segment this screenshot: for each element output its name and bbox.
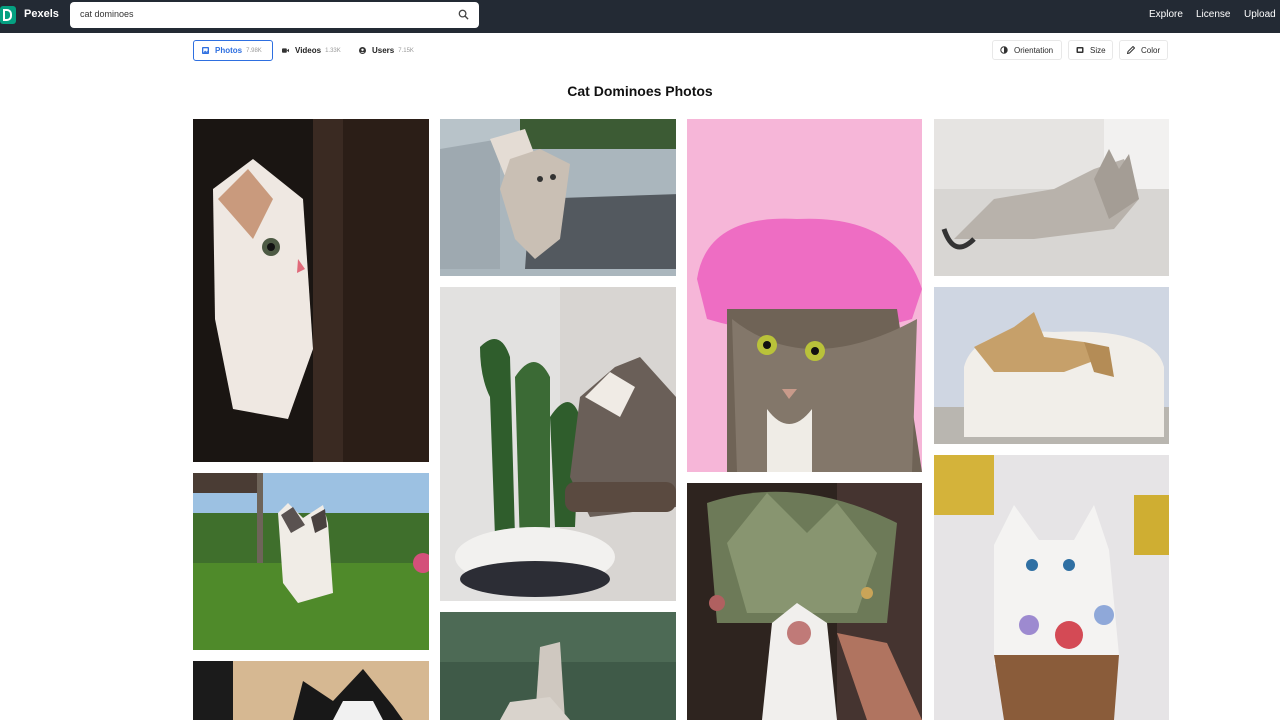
photo-card[interactable] [193, 119, 429, 462]
tab-count: 1.33K [325, 47, 341, 54]
kitten-lying-on-rug-photo [934, 119, 1169, 276]
cat-sleeping-in-bed-photo [934, 287, 1169, 444]
video-icon [282, 48, 289, 53]
brand-name[interactable]: Pexels [24, 8, 59, 20]
tab-label: Users [372, 46, 395, 55]
tab-videos[interactable]: Videos 1.33K [274, 40, 350, 61]
photo-card[interactable] [934, 119, 1169, 276]
nav-link-explore[interactable]: Explore [1149, 9, 1183, 20]
filter-label: Orientation [1014, 45, 1054, 55]
black-white-cat-photo [193, 661, 429, 720]
orientation-icon [1000, 46, 1008, 54]
photo-card[interactable] [440, 612, 676, 720]
search-input[interactable]: cat dominoes [70, 2, 479, 28]
nav-link-license[interactable]: License [1196, 9, 1230, 20]
photo-card[interactable] [193, 661, 429, 720]
orientation-filter-button[interactable]: Orientation [992, 40, 1062, 60]
cat-with-cactus-photo [440, 287, 676, 601]
tab-label: Videos [295, 46, 322, 55]
user-icon [359, 47, 366, 54]
color-pen-icon [1127, 46, 1135, 54]
size-icon [1076, 47, 1084, 53]
tab-photos[interactable]: Photos 7.98K [193, 40, 273, 61]
kitten-in-grass-photo [193, 473, 429, 650]
cat-with-flowers-photo [687, 483, 922, 720]
color-filter-button[interactable]: Color [1119, 40, 1168, 60]
top-nav-bar: Pexels cat dominoes Explore License Uplo… [0, 0, 1280, 33]
photo-card[interactable] [193, 473, 429, 650]
search-query-text[interactable]: cat dominoes [80, 9, 134, 19]
photo-icon [202, 47, 209, 54]
tab-count: 7.98K [246, 47, 262, 54]
kitten-on-sofa-photo [440, 119, 676, 276]
tab-label: Photos [215, 46, 243, 55]
tab-count: 7.15K [398, 47, 414, 54]
search-icon[interactable] [458, 9, 469, 20]
cat-on-green-photo [440, 612, 676, 720]
pexels-logo-icon[interactable] [0, 6, 16, 24]
photo-card[interactable] [440, 287, 676, 601]
nav-link-upload[interactable]: Upload [1244, 9, 1276, 20]
white-kitten-with-flower-collar-photo [934, 455, 1169, 720]
filter-label: Size [1090, 45, 1106, 55]
photo-card[interactable] [687, 119, 922, 472]
photo-card[interactable] [934, 287, 1169, 444]
photo-card[interactable] [440, 119, 676, 276]
tab-users[interactable]: Users 7.15K [351, 40, 425, 61]
cat-peeking-photo [193, 119, 429, 462]
size-filter-button[interactable]: Size [1068, 40, 1113, 60]
filter-label: Color [1141, 45, 1161, 55]
page-title: Cat Dominoes Photos [567, 83, 713, 99]
photo-card[interactable] [687, 483, 922, 720]
photo-card[interactable] [934, 455, 1169, 720]
cat-in-pink-shower-cap-photo [687, 119, 922, 472]
